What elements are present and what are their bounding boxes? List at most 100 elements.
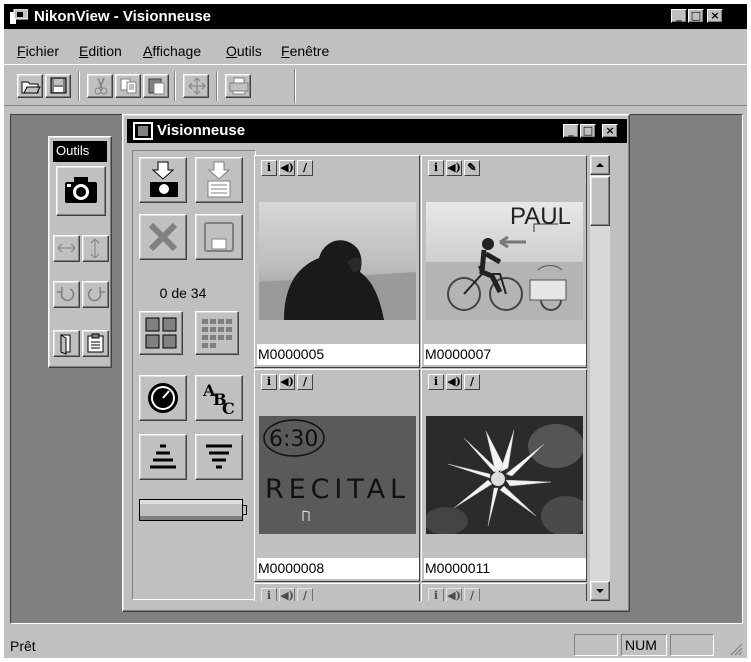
flip-horizontal-button[interactable] — [53, 235, 80, 262]
sort-descending-button[interactable] — [195, 434, 243, 480]
thumbnail-cell[interactable]: i ◀) / M0000011 — [421, 369, 587, 582]
scroll-down-button[interactable] — [590, 581, 610, 601]
info-icon[interactable]: i — [428, 374, 444, 390]
rotate-left-button[interactable] — [53, 281, 80, 308]
delete-button[interactable] — [139, 214, 187, 260]
thumbnail-cell[interactable]: i ◀) / — [421, 583, 587, 601]
copy-button[interactable] — [115, 74, 141, 98]
menu-affichage[interactable]: Affichage — [143, 43, 201, 59]
viewer-maximize-button[interactable]: □ — [580, 124, 596, 138]
camera-button[interactable] — [56, 166, 106, 216]
move-arrows-icon — [188, 77, 206, 95]
thumbnail-cell[interactable]: i ◀) / M0000005 — [254, 155, 420, 368]
rotate-right-icon — [87, 287, 105, 302]
visionneuse-titlebar[interactable]: Visionneuse _ □ × — [127, 119, 627, 143]
thumbnail-cell[interactable]: i ◀) / 6:30 RECITAL M0000008 — [254, 369, 420, 582]
thumbnail-filename: M0000008 — [257, 558, 419, 579]
menu-outils[interactable]: Outils — [226, 43, 262, 59]
move-button[interactable] — [183, 74, 209, 98]
download-to-camera-button[interactable] — [139, 157, 187, 203]
sort-ascending-icon — [150, 444, 176, 469]
large-thumbnails-button[interactable] — [139, 311, 183, 355]
film-icon[interactable] — [133, 122, 153, 140]
camera-icon — [65, 177, 97, 203]
toolbar-end — [294, 69, 296, 103]
memo-icon[interactable]: / — [464, 588, 480, 601]
memo-time: 6:30 — [269, 427, 318, 452]
thumbnail-icons: i ◀) / — [428, 588, 488, 601]
cut-button[interactable] — [87, 74, 113, 98]
outils-title[interactable]: Outils — [53, 141, 107, 162]
memo-icon[interactable]: / — [297, 160, 313, 176]
memo-icon[interactable]: / — [297, 588, 313, 601]
sort-by-name-button[interactable]: ABC — [195, 375, 243, 421]
maximize-button[interactable]: □ — [688, 9, 704, 23]
info-icon[interactable]: i — [261, 374, 277, 390]
sound-icon[interactable]: ◀) — [279, 588, 295, 601]
app-titlebar[interactable]: NikonView - Visionneuse _ □ × — [4, 4, 747, 29]
minimize-button[interactable]: _ — [671, 9, 687, 23]
thumbnail-image[interactable] — [259, 202, 416, 320]
sound-icon[interactable]: ◀) — [446, 160, 462, 176]
viewer-close-button[interactable]: × — [602, 124, 618, 138]
save-button[interactable] — [45, 74, 71, 98]
info-icon[interactable]: i — [428, 160, 444, 176]
sort-ascending-button[interactable] — [139, 434, 187, 480]
thumbnail-cell[interactable]: i ◀) / — [254, 583, 420, 601]
thumbnail-image[interactable] — [426, 416, 583, 534]
memo-text: PAUL — [510, 203, 571, 230]
scroll-thumb[interactable] — [590, 176, 610, 226]
app-title: NikonView - Visionneuse — [34, 8, 211, 25]
open-folder-icon — [21, 81, 41, 94]
status-pane-caps — [574, 634, 618, 656]
print-button[interactable] — [225, 74, 251, 98]
small-thumbnails-button[interactable] — [195, 311, 239, 355]
menu-edition[interactable]: Edition — [79, 43, 122, 59]
info-icon[interactable]: i — [261, 160, 277, 176]
menu-fichier[interactable]: Fichier — [17, 43, 59, 59]
copy-icon — [120, 78, 137, 94]
properties-button[interactable] — [82, 330, 109, 357]
viewer-minimize-button[interactable]: _ — [563, 124, 579, 138]
thumbnail-icons: i ◀) ✎ — [428, 160, 488, 178]
memo-icon[interactable]: / — [297, 374, 313, 390]
info-icon[interactable]: i — [428, 588, 444, 601]
open-file-button[interactable] — [53, 330, 80, 357]
memo-icon[interactable]: / — [464, 374, 480, 390]
download-selected-button[interactable] — [195, 157, 243, 203]
menu-bar: Fichier Edition Affichage Outils Fenêtre — [4, 40, 747, 62]
paste-icon — [148, 78, 165, 95]
sound-icon[interactable]: ◀) — [446, 588, 462, 601]
thumbnail-filename: M0000005 — [257, 344, 419, 365]
thumbnail-image[interactable]: 6:30 RECITAL — [259, 416, 416, 534]
toolbar-separator — [174, 71, 176, 101]
cut-scissors-icon — [94, 77, 108, 95]
up-arrow-icon — [596, 163, 604, 167]
sort-by-date-button[interactable] — [139, 375, 187, 421]
sound-icon[interactable]: ◀) — [446, 374, 462, 390]
rotate-right-button[interactable] — [82, 281, 109, 308]
thumbnail-cell[interactable]: i ◀) ✎ PAUL M0000007 — [421, 155, 587, 368]
thumbnail-icons: i ◀) / — [261, 374, 321, 392]
sound-icon[interactable]: ◀) — [279, 374, 295, 390]
open-button[interactable] — [17, 74, 43, 98]
nikonview-app-icon[interactable] — [10, 9, 28, 24]
close-button[interactable]: × — [707, 9, 723, 23]
resize-grip-icon[interactable] — [729, 642, 743, 656]
sound-icon[interactable]: ◀) — [279, 160, 295, 176]
thumbnail-image[interactable]: PAUL — [426, 202, 583, 320]
info-icon[interactable]: i — [261, 588, 277, 601]
large-thumbnails-icon — [145, 317, 177, 349]
scroll-up-button[interactable] — [590, 155, 610, 175]
flip-vertical-button[interactable] — [82, 235, 109, 262]
thumbnail-scrollbar[interactable] — [590, 155, 610, 601]
flip-horizontal-icon — [57, 243, 76, 253]
main-toolbar — [4, 64, 747, 106]
status-text: Prêt — [10, 638, 36, 654]
memo-icon[interactable]: ✎ — [464, 160, 480, 176]
properties-icon — [87, 333, 104, 353]
save-image-button[interactable] — [195, 214, 243, 260]
toolbar-separator — [78, 71, 80, 101]
menu-fenetre[interactable]: Fenêtre — [281, 43, 329, 59]
paste-button[interactable] — [143, 74, 169, 98]
